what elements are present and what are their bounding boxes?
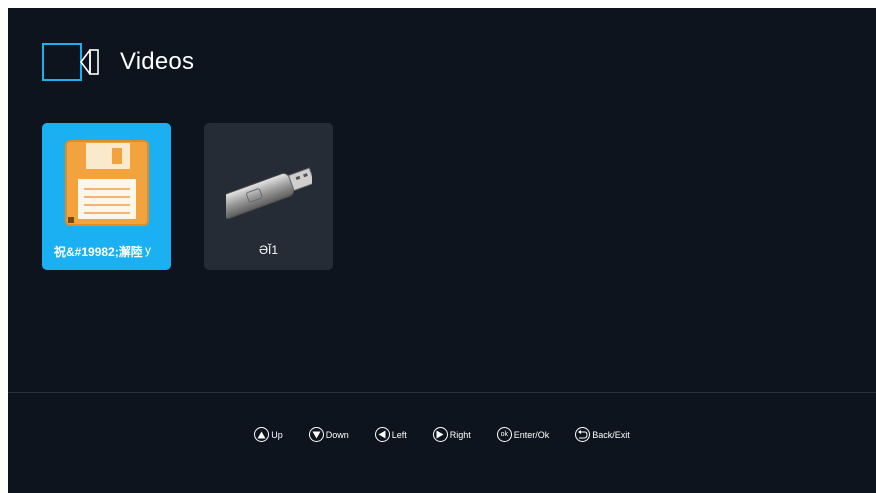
footer-divider bbox=[8, 392, 876, 393]
hint-left: Left bbox=[374, 427, 407, 442]
hint-back: Back/Exit bbox=[575, 427, 630, 442]
hint-label: Left bbox=[391, 429, 407, 440]
source-tile-usb[interactable]: ƏĬ1 bbox=[204, 123, 333, 270]
source-name: 祝&#19982;澥陸 bbox=[54, 245, 143, 259]
hint-label: Right bbox=[449, 429, 471, 440]
ok-icon: ok bbox=[496, 427, 512, 442]
hint-down: Down bbox=[308, 427, 349, 442]
hint-label: Back/Exit bbox=[592, 429, 630, 440]
source-name-suffix: y bbox=[145, 243, 151, 257]
hint-up: Up bbox=[254, 427, 283, 442]
header: Videos bbox=[42, 43, 194, 81]
source-name: ƏĬ1 bbox=[258, 243, 279, 257]
source-label: 祝&#19982;澥陸 y bbox=[42, 243, 171, 260]
back-icon bbox=[575, 427, 591, 442]
hint-label: Up bbox=[271, 429, 283, 440]
video-camera-icon bbox=[42, 43, 99, 81]
hint-label: Down bbox=[325, 429, 349, 440]
hint-enter: ok Enter/Ok bbox=[496, 427, 550, 442]
page-title: Videos bbox=[120, 48, 195, 75]
hint-label: Enter/Ok bbox=[513, 429, 550, 440]
source-label: ƏĬ1 bbox=[204, 243, 333, 257]
usb-drive-icon bbox=[226, 167, 312, 220]
right-arrow-icon bbox=[432, 427, 448, 442]
up-arrow-icon bbox=[254, 427, 270, 442]
hint-right: Right bbox=[432, 427, 471, 442]
floppy-disk-icon bbox=[65, 140, 149, 226]
media-player-screen: Videos 祝&#19982;澥陸 y ƏĬ1 Up Down Left Ri… bbox=[8, 8, 876, 493]
down-arrow-icon bbox=[308, 427, 324, 442]
source-tile-local[interactable]: 祝&#19982;澥陸 y bbox=[42, 123, 171, 270]
key-hints: Up Down Left Right ok Enter/Ok Back/Exit bbox=[8, 427, 876, 442]
left-arrow-icon bbox=[374, 427, 390, 442]
